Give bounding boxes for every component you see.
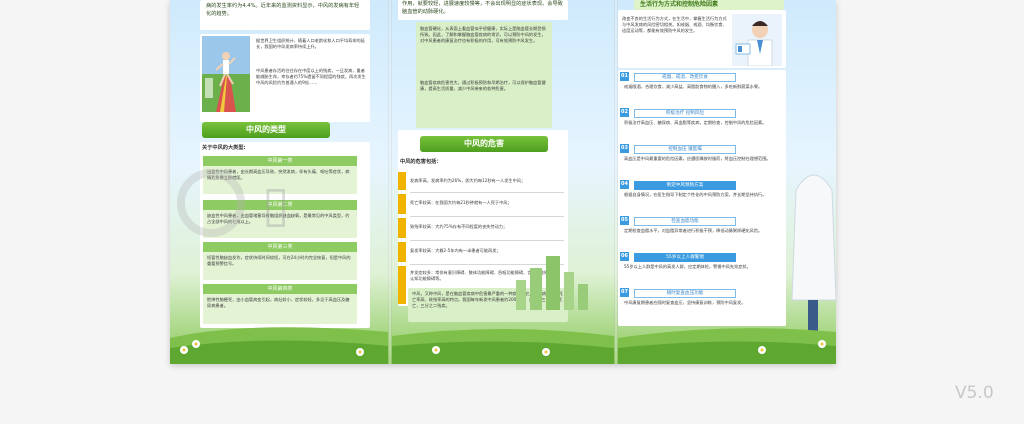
panel-middle: 作用，就要较轻，进展速度较慢等，不会出现明显的症状表现。会导致脑血管的动脉硬化。… (392, 0, 614, 364)
item-4-title: 制定中风预防方案 (634, 181, 736, 190)
item-number: 06 (620, 252, 629, 261)
types-title: 中风的类型 (202, 122, 330, 138)
middle-top-card: 作用，就要较轻，进展速度较慢等，不会出现明显的症状表现。会导致脑血管的动脉硬化。 (398, 0, 568, 20)
item-number: 01 (620, 72, 629, 81)
daisy-icon (192, 340, 200, 348)
harm-3: 致残率较高：大约75%存有不同程度的丧失劳动力； (410, 224, 508, 229)
type-4-title: 中风第四类 (203, 284, 357, 294)
middle-green-box: 脑血管硬化，从表面上看血管似乎很健康，实际上是脑血管长期受损所致。因此，了解和掌… (416, 22, 552, 128)
intro-text: 病的发生率约为4.4%。近年来的监测资料显示，中风的发病有年轻化的趋势。 (206, 3, 360, 17)
harm-marker (398, 218, 406, 238)
divider (410, 240, 564, 241)
watermark-logo (177, 169, 245, 237)
item-6-text: 55岁以上人群是中风的高发人群，应定期体检，警惕中风先兆症状。 (624, 264, 751, 269)
grass-hill (392, 329, 614, 364)
type-3-title: 中风第三类 (203, 242, 357, 252)
item-3-text: 高血压是中风最重要的危险因素，应遵医嘱按时服药，将血压控制在理想范围。 (624, 156, 771, 161)
harms-title: 中风的危害 (420, 136, 548, 152)
item-number: 02 (620, 108, 629, 117)
harm-marker (398, 242, 406, 262)
daisy-icon (432, 346, 440, 354)
grass-hill (618, 328, 836, 364)
item-7-title: 随时复查血压功能 (634, 289, 736, 298)
item-number: 03 (620, 144, 629, 153)
middle-box-text-2: 脑血管疾病危害性大，通过积极预防和早期治疗，可以保护脑血管健康，提高生活质量，减… (420, 80, 546, 91)
divider (410, 216, 564, 217)
item-2-title: 积极治疗 控制风险 (634, 109, 736, 118)
right-header-text: 生活行为方式和控制危险因素 (640, 1, 719, 8)
harm-marker (398, 172, 406, 190)
types-intro: 关于中风的大类型: (202, 145, 246, 151)
canvas: 病的发生率约为4.4%。近年来的监测资料显示，中风的发病有年轻化的趋势。 据世界… (0, 0, 1024, 424)
item-5-title: 检查血脂功能 (634, 217, 736, 226)
watermark-mark: ▯ (262, 175, 290, 233)
item-4-text: 根据自身情况，在医生指导下制定个性化的中风预防方案，并长期坚持执行。 (624, 192, 767, 197)
doctor-figure (791, 174, 836, 340)
runner-photo (202, 36, 250, 112)
item-7-text: 中风康复期患者应随时复查血压，坚持康复训练，预防中风复发。 (624, 300, 746, 305)
doctor-text: 改变不良的生活行为方式，在生活中，掌握生活行为方式与中风发病的风险密切相关。如戒… (622, 16, 727, 33)
daisy-icon (542, 348, 550, 356)
type-4-text: 腔隙性脑梗死，由小血管病变引起，病灶较小，症状较轻，多见于高血压及糖尿病患者。 (207, 297, 350, 308)
harms-intro: 中风的危害包括： (400, 159, 442, 165)
middle-top-text: 作用，就要较轻，进展速度较慢等，不会出现明显的症状表现。会导致脑血管的动脉硬化。 (402, 1, 563, 15)
doctor-card: 改变不良的生活行为方式，在生活中，掌握生活行为方式与中风发病的风险密切相关。如戒… (618, 10, 786, 68)
type-1-title: 中风第一类 (203, 156, 357, 166)
version-label: V5.0 (955, 383, 994, 403)
photo-text-2: 中风患者存活的往往存在中度以上的残疾，一旦发病，重者能威胁生命，幸存者约75%遗… (256, 68, 366, 85)
type-3-text: 短暂性脑缺血发作，症状持续时间较短，可在24小时内完全恢复，但是中风的重要预警信… (207, 255, 351, 266)
harm-marker (398, 266, 406, 304)
daisy-icon (180, 346, 188, 354)
item-6-title: 55岁以上人群警惕 (634, 253, 736, 262)
harm-marker (398, 194, 406, 214)
item-5-text: 定期检查血脂水平，对血脂异常者进行积极干预，降低动脉粥样硬化风险。 (624, 228, 763, 233)
grass-hill (170, 327, 388, 364)
item-number: 05 (620, 216, 629, 225)
tips-card: 01 戒烟、戒酒、改变饮食 戒烟限酒，合理饮食，减少高盐、高脂肪食物的摄入，多吃… (618, 70, 786, 326)
item-2-text: 积极治疗高血压、糖尿病、高血脂等疾病，定期检查，控制中风的危险因素。 (624, 120, 767, 125)
photo-text-1: 据世界卫生组织统计，随着人口老龄化和人口平均寿命的延长，我国的中风发病率持续上升… (256, 38, 365, 49)
harm-1: 发病率高，发病率约为26%，即大约每12秒有一人发生中风； (410, 178, 526, 183)
item-number: 07 (620, 288, 629, 297)
item-1-title: 戒烟、戒酒、改变饮食 (634, 73, 736, 82)
daisy-icon (818, 340, 826, 348)
daisy-icon (356, 348, 364, 356)
type-box-3: 中风第三类 短暂性脑缺血发作，症状持续时间较短，可在24小时内完全恢复，但是中风… (203, 242, 357, 280)
middle-box-text-1: 脑血管硬化，从表面上看血管似乎很健康，实际上是脑血管长期受损所致。因此，了解和掌… (420, 26, 546, 43)
item-1-text: 戒烟限酒，合理饮食，减少高盐、高脂肪食物的摄入，多吃新鲜蔬菜水果。 (624, 84, 763, 89)
photo-card: 据世界卫生组织统计，随着人口老龄化和人口平均寿命的延长，我国的中风发病率持续上升… (200, 34, 370, 122)
intro-card: 病的发生率约为4.4%。近年来的监测资料显示，中风的发病有年轻化的趋势。 (200, 0, 370, 30)
right-header-box: 生活行为方式和控制危险因素 (634, 0, 784, 10)
harm-2: 死亡率较高：在我国大约每21秒钟就有一人死于中风； (410, 200, 512, 205)
city-skyline (516, 256, 588, 310)
item-number: 04 (620, 180, 629, 189)
divider (410, 192, 564, 193)
panel-right: 生活行为方式和控制危险因素 改变不良的生活行为方式，在生活中，掌握生活行为方式与… (618, 0, 836, 364)
daisy-icon (758, 346, 766, 354)
item-3-title: 控制血压 遵医嘱 (634, 145, 736, 154)
doctor-photo (732, 14, 782, 66)
